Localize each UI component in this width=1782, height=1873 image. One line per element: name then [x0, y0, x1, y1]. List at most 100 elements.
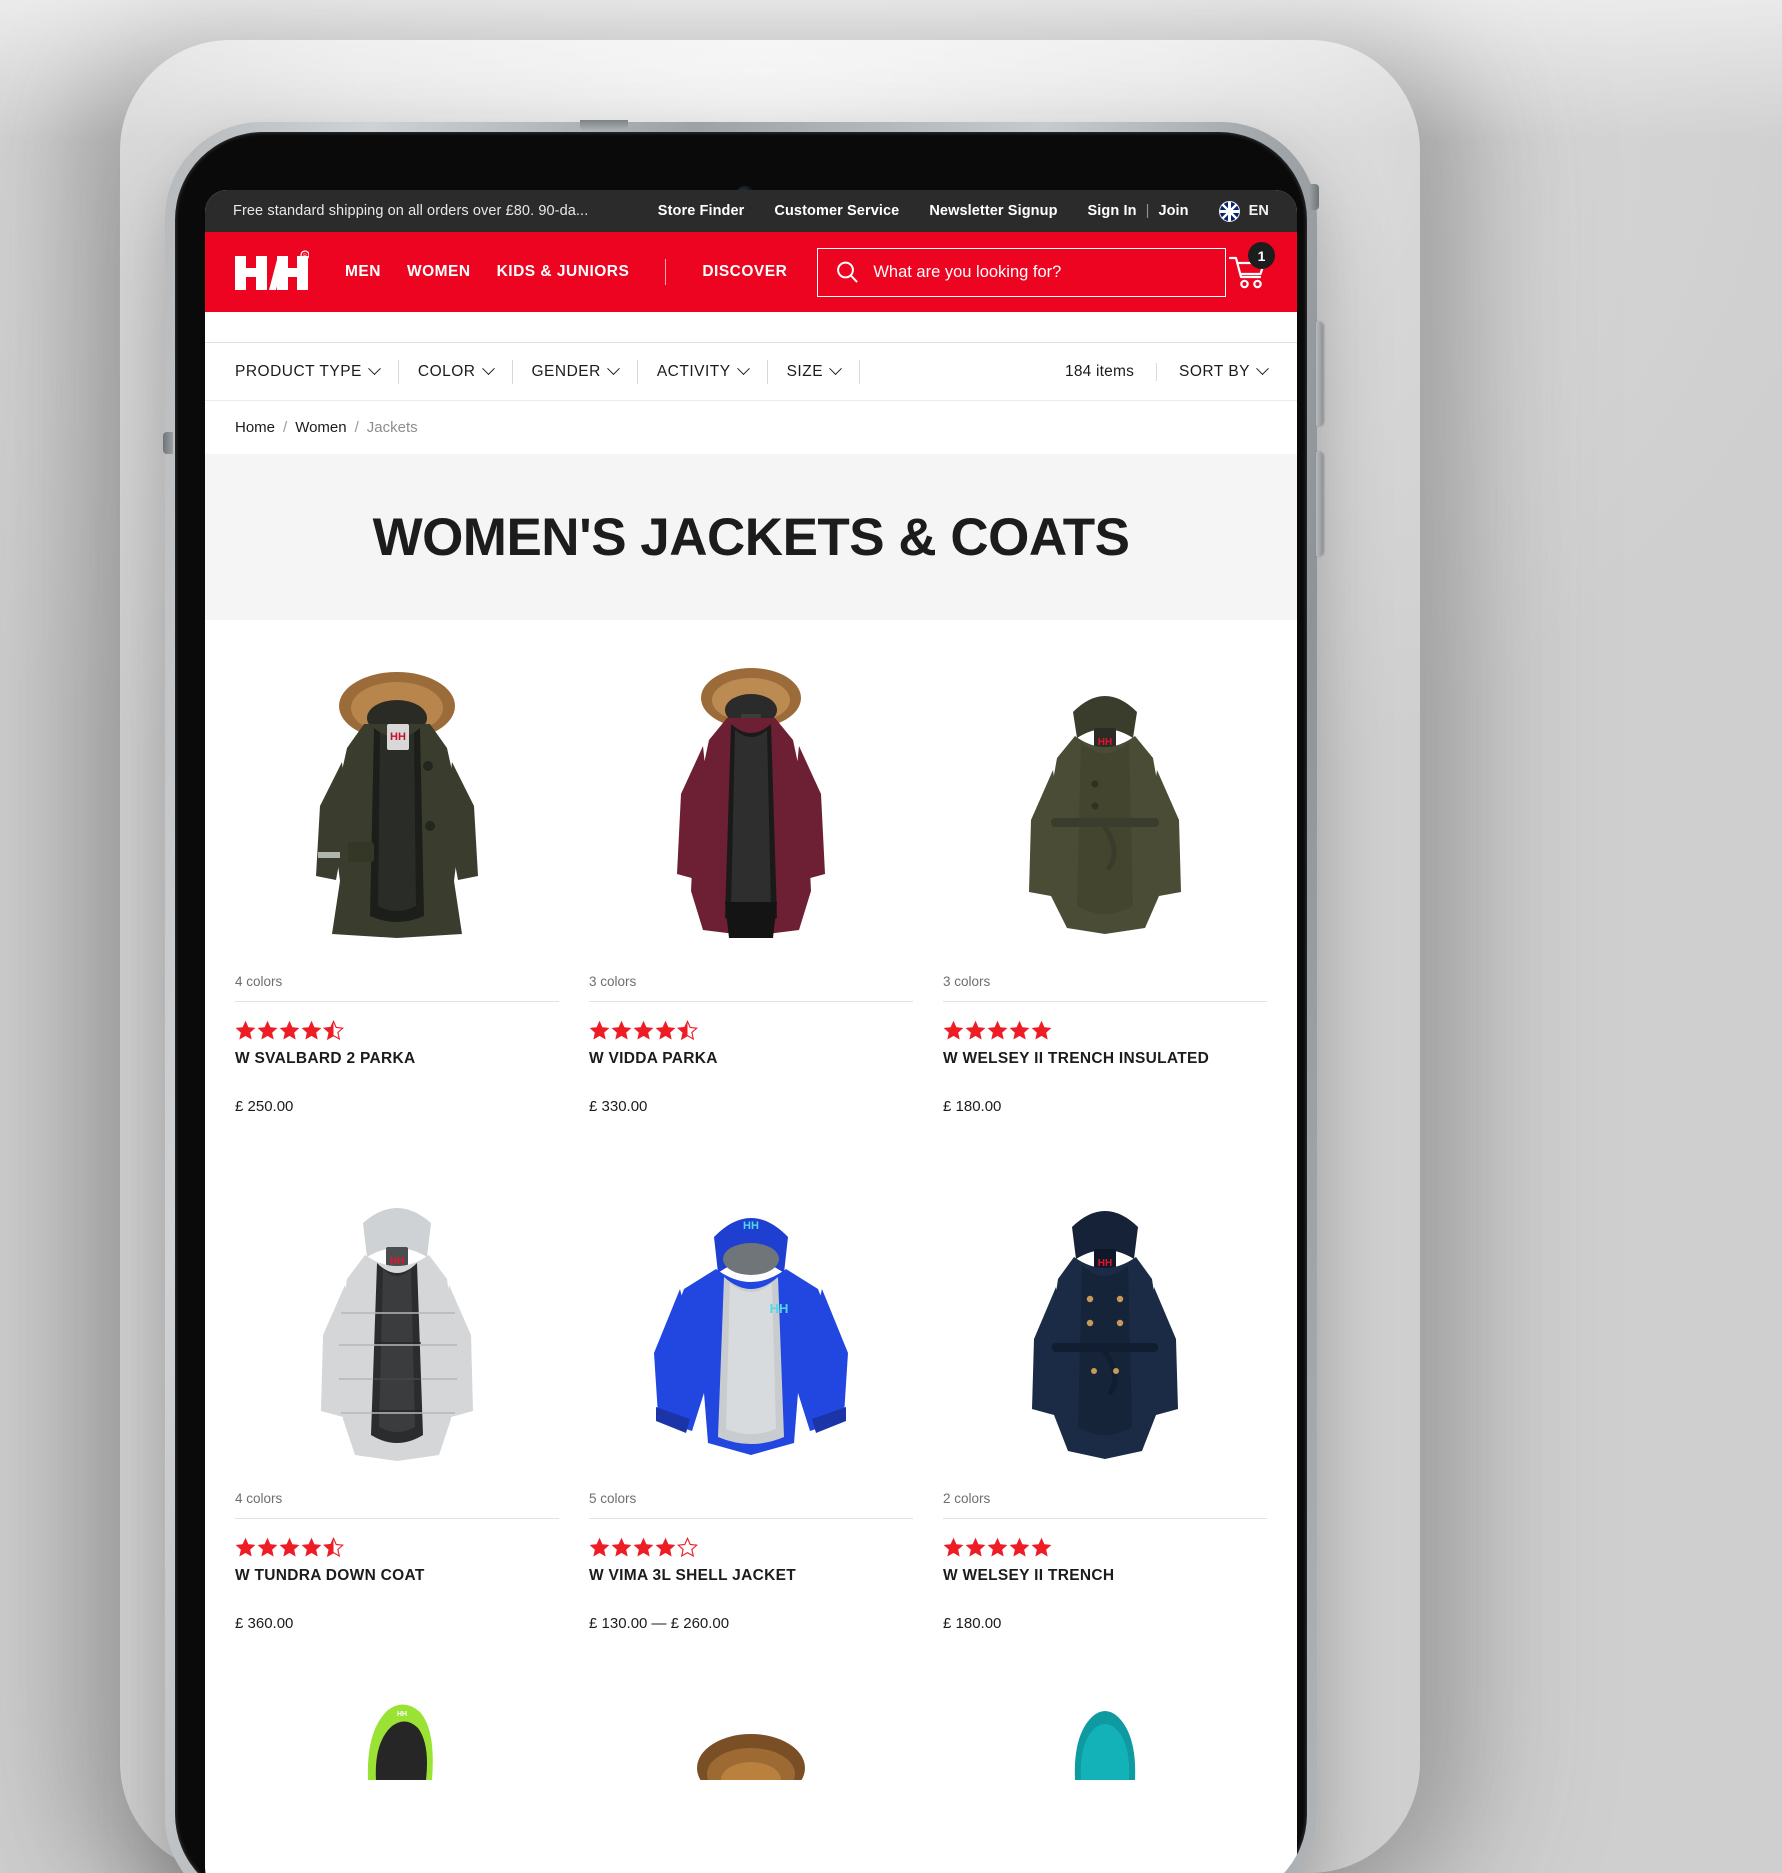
star-full-icon	[257, 1537, 278, 1557]
product-image-silver-down-coat[interactable]: HH	[235, 1163, 559, 1483]
product-image-fur-hood-parka[interactable]	[589, 1660, 913, 1780]
breadcrumb-home[interactable]: Home	[235, 419, 275, 436]
product-card[interactable]: HH	[235, 1660, 559, 1780]
browser-viewport: Free standard shipping on all orders ove…	[205, 190, 1297, 1873]
product-grid-row-2: HH 4 colors W TUNDRA DOWN COAT £ 360.00 …	[235, 1137, 1267, 1632]
utility-links: Store Finder Customer Service Newsletter…	[658, 200, 1269, 222]
customer-service-link[interactable]: Customer Service	[774, 203, 899, 219]
rating-stars	[589, 1519, 913, 1561]
star-half-icon	[677, 1019, 698, 1040]
filter-color[interactable]: COLOR	[399, 359, 513, 384]
chevron-down-icon	[606, 362, 620, 376]
store-finder-link[interactable]: Store Finder	[658, 203, 745, 219]
star-full-icon	[1031, 1537, 1052, 1557]
filter-product-type-label: PRODUCT TYPE	[235, 362, 362, 380]
product-image-navy-trench[interactable]: HH	[943, 1163, 1267, 1483]
language-selector[interactable]: EN	[1218, 200, 1269, 222]
search-box[interactable]	[817, 247, 1226, 297]
product-card[interactable]	[943, 1660, 1267, 1780]
filter-gender[interactable]: GENDER	[513, 359, 638, 384]
items-count-label: 184 items	[1065, 362, 1158, 381]
nav-men[interactable]: MEN	[345, 263, 381, 281]
chevron-down-icon	[829, 362, 842, 376]
product-grid-area: HH 4 colors W SVALBARD 2 PARKA £ 250.00 …	[205, 620, 1297, 1780]
filter-size-label: SIZE	[786, 362, 824, 380]
join-link[interactable]: Join	[1158, 203, 1188, 219]
rating-stars	[235, 1002, 559, 1044]
product-card[interactable]: HH 3 colors W VIDDA	[589, 620, 913, 1115]
svg-text:HH: HH	[1098, 1258, 1112, 1269]
star-full-icon	[655, 1020, 676, 1040]
filter-bar: PRODUCT TYPE COLOR GENDER ACTIVITY SIZE	[205, 342, 1297, 400]
product-card[interactable]: HH	[943, 1137, 1267, 1632]
product-card[interactable]: HH	[235, 1137, 559, 1632]
star-full-icon	[943, 1537, 964, 1557]
product-card[interactable]	[589, 1660, 913, 1780]
svg-text:HH: HH	[743, 1220, 759, 1232]
filter-activity[interactable]: ACTIVITY	[638, 359, 768, 384]
product-card[interactable]: HH 3 colors W WELSEY II TRENCH INSULATED…	[943, 620, 1267, 1115]
nav-kids-juniors[interactable]: KIDS & JUNIORS	[497, 263, 630, 281]
breadcrumb: Home / Women / Jackets	[205, 400, 1297, 454]
product-price: £ 360.00	[235, 1615, 294, 1632]
svg-text:HH: HH	[1098, 737, 1112, 748]
product-image-green-black-jacket[interactable]: HH	[235, 1660, 559, 1780]
rating-stars	[943, 1002, 1267, 1044]
star-full-icon	[987, 1537, 1008, 1557]
helly-hansen-logo[interactable]: R	[235, 250, 309, 294]
nav-women[interactable]: WOMEN	[407, 263, 471, 281]
star-half-icon	[323, 1536, 344, 1557]
product-name[interactable]: W WELSEY II TRENCH	[943, 1561, 1267, 1585]
product-name[interactable]: W TUNDRA DOWN COAT	[235, 1561, 559, 1585]
product-name[interactable]: W SVALBARD 2 PARKA	[235, 1044, 559, 1068]
volume-up-button[interactable]	[1316, 322, 1323, 426]
star-half-icon	[323, 1019, 344, 1040]
star-full-icon	[301, 1020, 322, 1040]
product-name[interactable]: W WELSEY II TRENCH INSULATED	[943, 1044, 1267, 1068]
product-card[interactable]: HH 4 colors W SVALBARD 2 PARKA £ 250.00	[235, 620, 559, 1115]
cart-button[interactable]: 1	[1226, 242, 1275, 295]
filter-size[interactable]: SIZE	[768, 359, 861, 384]
promo-banner-text: Free standard shipping on all orders ove…	[233, 203, 589, 219]
sort-by-button[interactable]: SORT BY	[1157, 362, 1269, 381]
nav-discover[interactable]: DISCOVER	[702, 263, 787, 281]
search-input[interactable]	[873, 262, 1208, 282]
header-spacer-band	[205, 312, 1297, 342]
cart-count-badge: 1	[1248, 242, 1275, 269]
star-full-icon	[235, 1020, 256, 1040]
star-full-icon	[633, 1537, 654, 1557]
star-full-icon	[943, 1020, 964, 1040]
product-price: £ 180.00	[943, 1098, 1002, 1115]
product-colors: 2 colors	[943, 1491, 991, 1506]
breadcrumb-women[interactable]: Women	[295, 419, 346, 436]
star-full-icon	[1031, 1020, 1052, 1040]
filter-bar-right: 184 items SORT BY	[1065, 362, 1269, 381]
filter-product-type[interactable]: PRODUCT TYPE	[235, 359, 399, 384]
star-full-icon	[965, 1537, 986, 1557]
primary-nav: MEN WOMEN KIDS & JUNIORS DISCOVER	[345, 259, 787, 285]
product-image-olive-fur-hood-parka[interactable]: HH	[235, 646, 559, 966]
filter-color-label: COLOR	[417, 362, 476, 380]
antenna-line-top	[580, 120, 628, 130]
product-card[interactable]: HH HH 5 colors W VIMA 3L SHELL JACKET £ …	[589, 1137, 913, 1632]
product-image-burgundy-fur-hood-parka[interactable]: HH	[589, 646, 913, 966]
sign-in-link[interactable]: Sign In	[1088, 203, 1137, 219]
product-name[interactable]: W VIMA 3L SHELL JACKET	[589, 1561, 913, 1585]
tablet-screen: Free standard shipping on all orders ove…	[175, 132, 1307, 1873]
volume-down-button[interactable]	[1316, 452, 1323, 556]
star-full-icon	[589, 1020, 610, 1040]
union-jack-flag-icon	[1218, 200, 1240, 222]
product-name[interactable]: W VIDDA PARKA	[589, 1044, 913, 1068]
product-colors: 4 colors	[235, 974, 283, 989]
product-image-olive-hooded-trench[interactable]: HH	[943, 646, 1267, 966]
product-grid-row-3-partial: HH	[235, 1660, 1267, 1780]
rating-stars	[943, 1519, 1267, 1561]
product-image-blue-shell-jacket[interactable]: HH HH	[589, 1163, 913, 1483]
product-image-teal-jacket[interactable]	[943, 1660, 1267, 1780]
star-full-icon	[257, 1020, 278, 1040]
product-price: £ 250.00	[235, 1098, 294, 1115]
product-price: £ 330.00	[589, 1098, 648, 1115]
chevron-down-icon	[368, 362, 381, 376]
newsletter-signup-link[interactable]: Newsletter Signup	[929, 203, 1057, 219]
filter-gender-label: GENDER	[531, 362, 601, 380]
